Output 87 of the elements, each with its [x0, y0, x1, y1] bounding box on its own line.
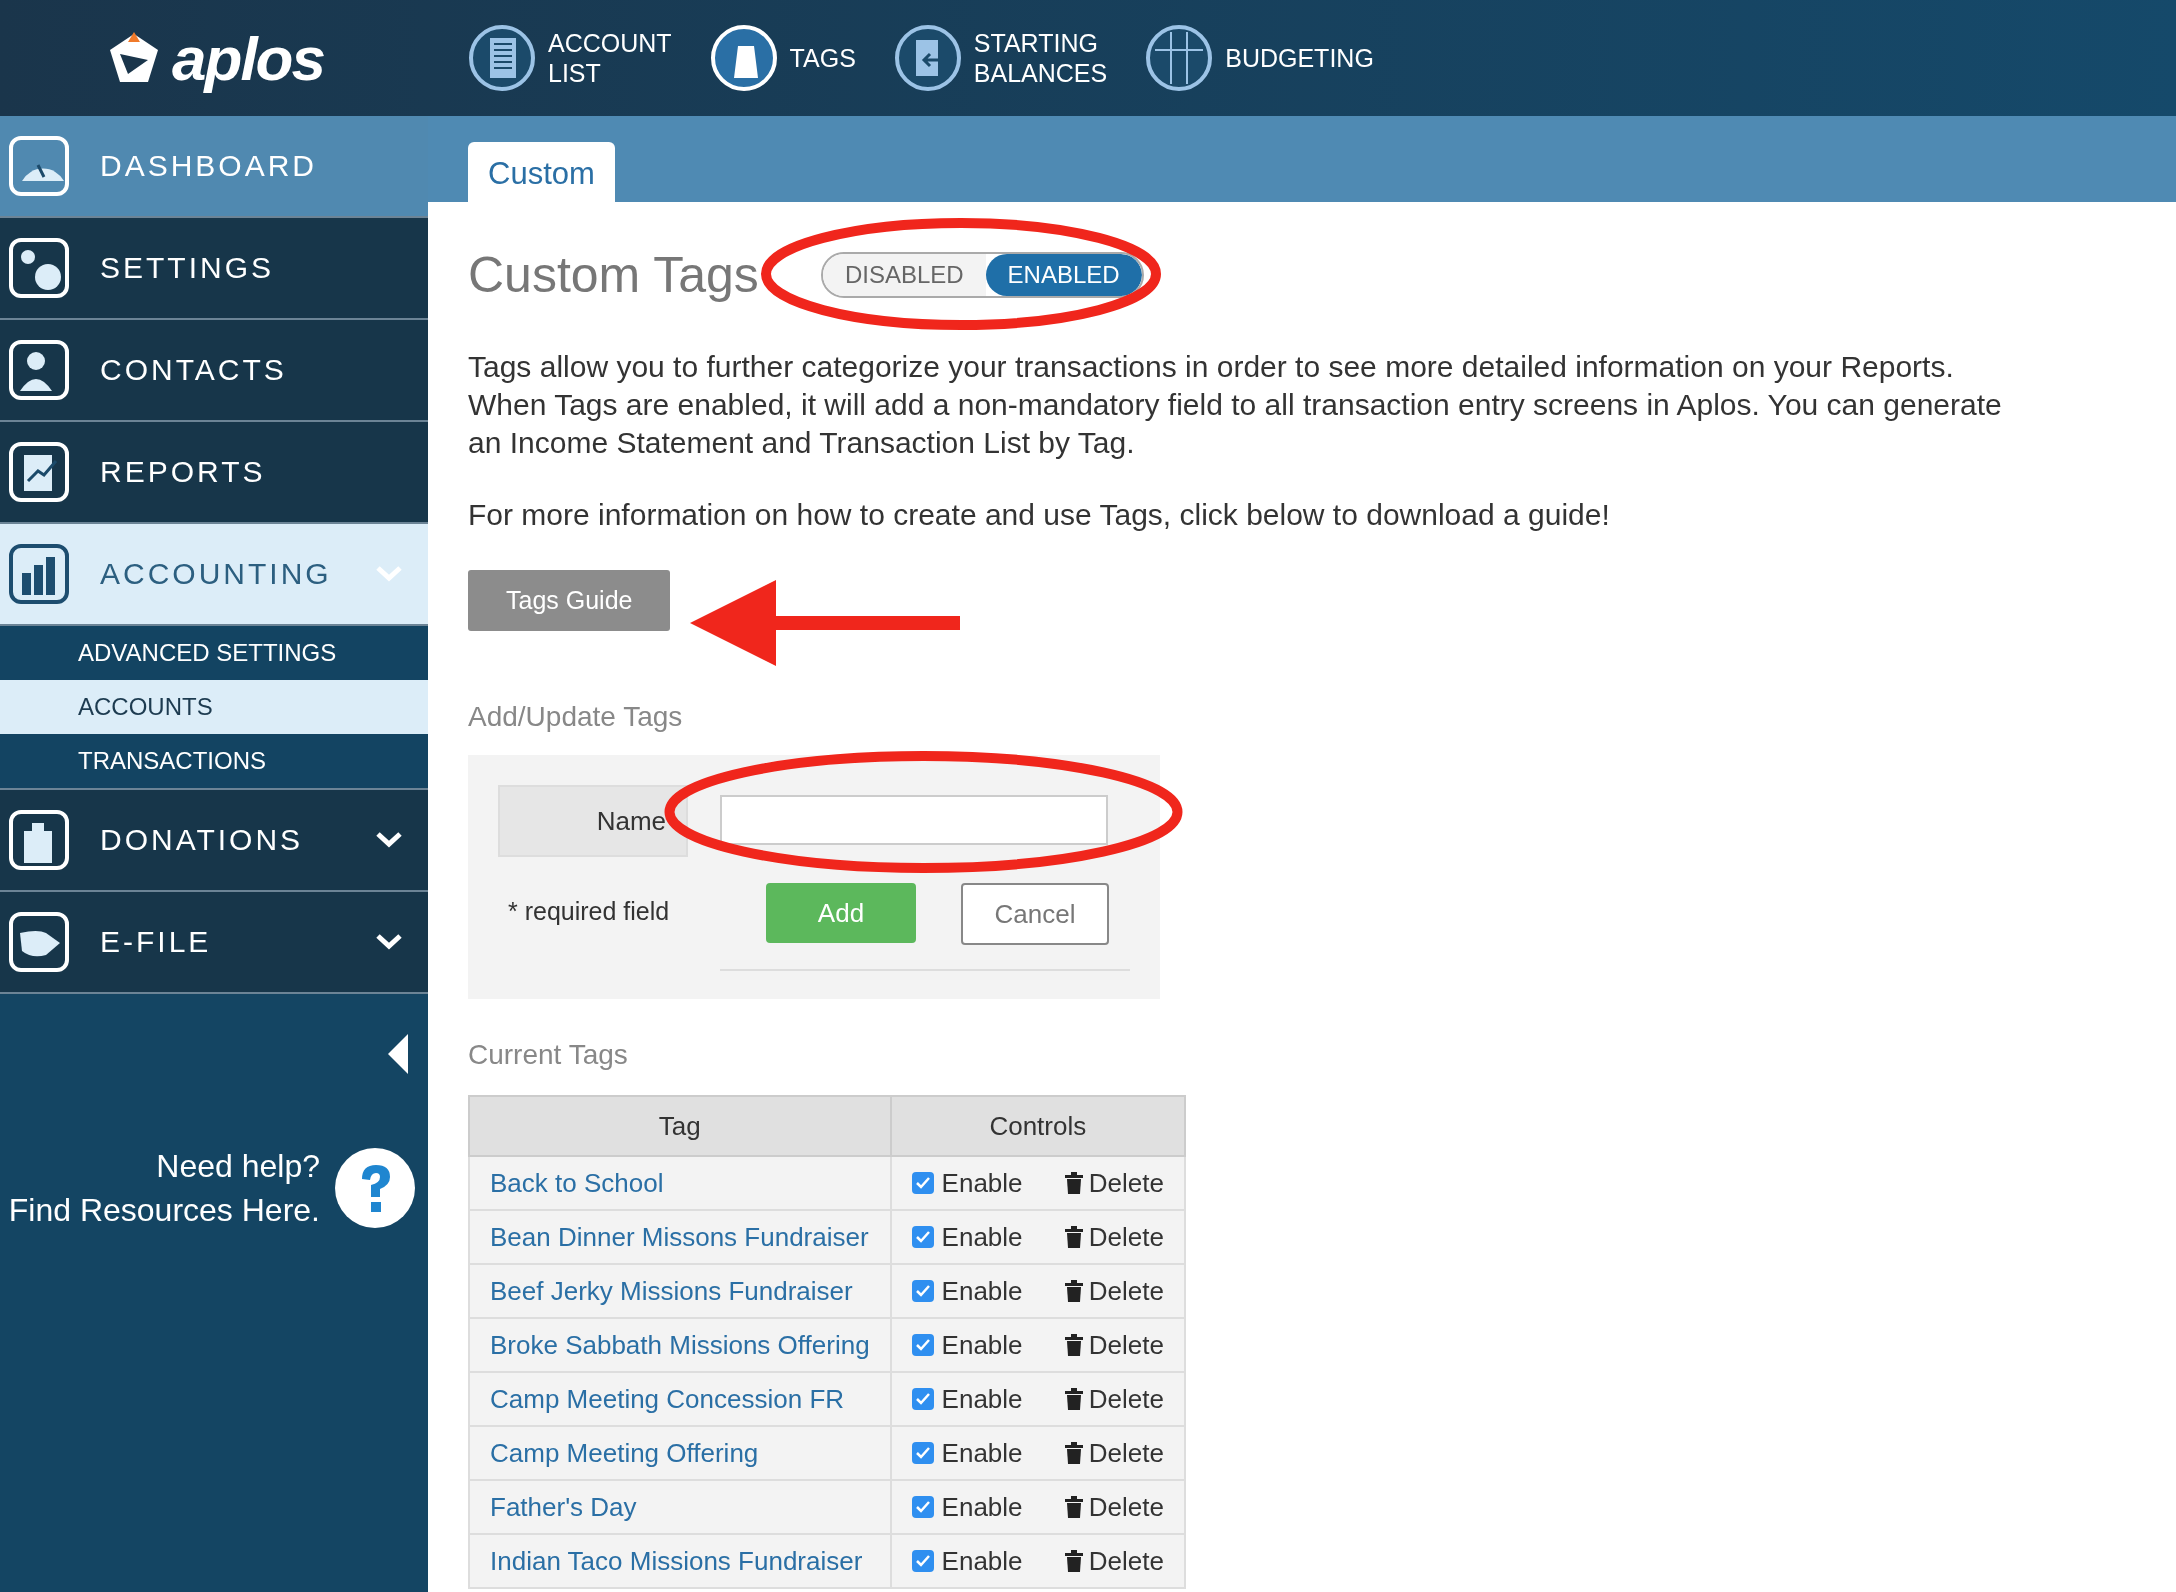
people-icon [8, 339, 70, 401]
name-field[interactable] [720, 795, 1108, 845]
delete-link[interactable]: Delete [1064, 1329, 1164, 1361]
enable-checkbox[interactable]: Enable [911, 1167, 1023, 1199]
checkbox[interactable] [911, 1334, 934, 1356]
enable-checkbox[interactable]: Enable [911, 1383, 1023, 1415]
tab[interactable]: Custom [468, 142, 615, 202]
enable-checkbox[interactable]: Enable [911, 1221, 1023, 1253]
tag-link[interactable]: Broke Sabbath Missions Offering [490, 1329, 870, 1360]
checkbox[interactable] [911, 1172, 934, 1194]
checkmark-icon [914, 1500, 931, 1514]
checkmark-icon [914, 1554, 931, 1568]
help-text[interactable]: Need help? Find Resources Here. [8, 1144, 320, 1232]
sidebar-item[interactable]: E-FILE [0, 892, 428, 994]
sidebar-item[interactable]: DONATIONS [0, 790, 428, 892]
tag-link[interactable]: Father's Day [490, 1491, 637, 1522]
description-text: Tags allow you to further categorize your transactions in order to see more detailed information on your Reports. When Tags are enabled, it will add a non-mandatory field to all transaction entry screens in Aplos. You can generate an Income Statement and Transaction List by Tag. [468, 349, 2003, 461]
trash-icon [1064, 1334, 1083, 1356]
page-title: Custom Tags [468, 246, 759, 304]
nav-link[interactable]: TAGS [709, 24, 856, 92]
nav-link[interactable]: STARTING BALANCES [893, 24, 1108, 92]
tag-link[interactable]: Back to School [490, 1167, 664, 1198]
checkbox[interactable] [911, 1550, 934, 1572]
field-label: Name [498, 785, 688, 857]
checkbox[interactable] [911, 1388, 934, 1410]
checkmark-icon [914, 1446, 931, 1460]
nav-link[interactable]: ACCOUNT LIST [468, 24, 672, 92]
toggle-option[interactable]: DISABLED [822, 254, 986, 296]
enable-checkbox[interactable]: Enable [911, 1491, 1023, 1523]
checkbox[interactable] [911, 1496, 934, 1518]
checkmark-icon [914, 1338, 931, 1352]
gauge-icon [8, 135, 70, 197]
checkbox[interactable] [911, 1442, 934, 1464]
tag-link[interactable]: Camp Meeting Concession FR [490, 1383, 845, 1414]
toggle-option[interactable]: ENABLED [985, 254, 1142, 296]
enable-checkbox[interactable]: Enable [911, 1275, 1023, 1307]
document-icon [468, 24, 536, 92]
enable-checkbox[interactable]: Enable [911, 1545, 1023, 1577]
checkmark-icon [914, 1284, 931, 1298]
required-note: * required field [507, 896, 671, 927]
chart-icon [8, 441, 70, 503]
checkmark-icon [914, 1392, 931, 1406]
trash-icon [1064, 1442, 1083, 1464]
section-heading: Add/Update Tags [468, 701, 683, 733]
column-header: Tag [469, 1096, 891, 1156]
column-header: Controls [890, 1096, 1185, 1156]
bar-chart-icon [8, 543, 70, 605]
delete-link[interactable]: Delete [1064, 1545, 1164, 1577]
section-heading: Current Tags [468, 1039, 628, 1071]
enable-checkbox[interactable]: Enable [911, 1437, 1023, 1469]
sidebar-item[interactable]: SETTINGS [0, 218, 428, 320]
guide-text: For more information on how to create and use Tags, click below to download a guide! [468, 497, 1610, 533]
tag-link[interactable]: Beef Jerky Missions Fundraiser [490, 1275, 853, 1306]
sidebar-subitem[interactable]: ACCOUNTS [0, 680, 428, 734]
chevron-down-icon [374, 932, 404, 952]
delete-link[interactable]: Delete [1064, 1221, 1164, 1253]
delete-link[interactable]: Delete [1064, 1437, 1164, 1469]
delete-link[interactable]: Delete [1064, 1491, 1164, 1523]
sidebar-item[interactable]: ACCOUNTING [0, 524, 428, 626]
delete-link[interactable]: Delete [1064, 1167, 1164, 1199]
trash-icon [1064, 1280, 1083, 1302]
toggle-switch[interactable]: DISABLED ENABLED [820, 252, 1144, 298]
help-icon[interactable] [334, 1147, 416, 1229]
chevron-down-icon [374, 564, 404, 584]
delete-link[interactable]: Delete [1064, 1275, 1164, 1307]
logo-text: aplos [172, 22, 324, 94]
checkmark-icon [914, 1230, 931, 1244]
delete-link[interactable]: Delete [1064, 1383, 1164, 1415]
checkbox[interactable] [911, 1226, 934, 1248]
trash-icon [1064, 1226, 1083, 1248]
sidebar-item[interactable]: REPORTS [0, 422, 428, 524]
collapse-icon[interactable] [388, 1034, 408, 1074]
tag-link[interactable]: Indian Taco Missions Fundraiser [490, 1545, 863, 1576]
enable-checkbox[interactable]: Enable [911, 1329, 1023, 1361]
trash-icon [1064, 1172, 1083, 1194]
tag-link[interactable]: Camp Meeting Offering [490, 1437, 759, 1468]
chevron-down-icon [374, 830, 404, 850]
nav-link[interactable]: BUDGETING [1145, 24, 1374, 92]
sidebar-item[interactable]: DASHBOARD [0, 116, 428, 218]
trash-icon [1064, 1388, 1083, 1410]
cancel-button[interactable]: Cancel [961, 883, 1109, 945]
trash-icon [1064, 1550, 1083, 1572]
checkbox[interactable] [911, 1280, 934, 1302]
checkmark-icon [914, 1176, 931, 1190]
tag-link[interactable]: Bean Dinner Missons Fundraiser [490, 1221, 869, 1252]
sidebar-item[interactable]: CONTACTS [0, 320, 428, 422]
trash-icon [1064, 1496, 1083, 1518]
